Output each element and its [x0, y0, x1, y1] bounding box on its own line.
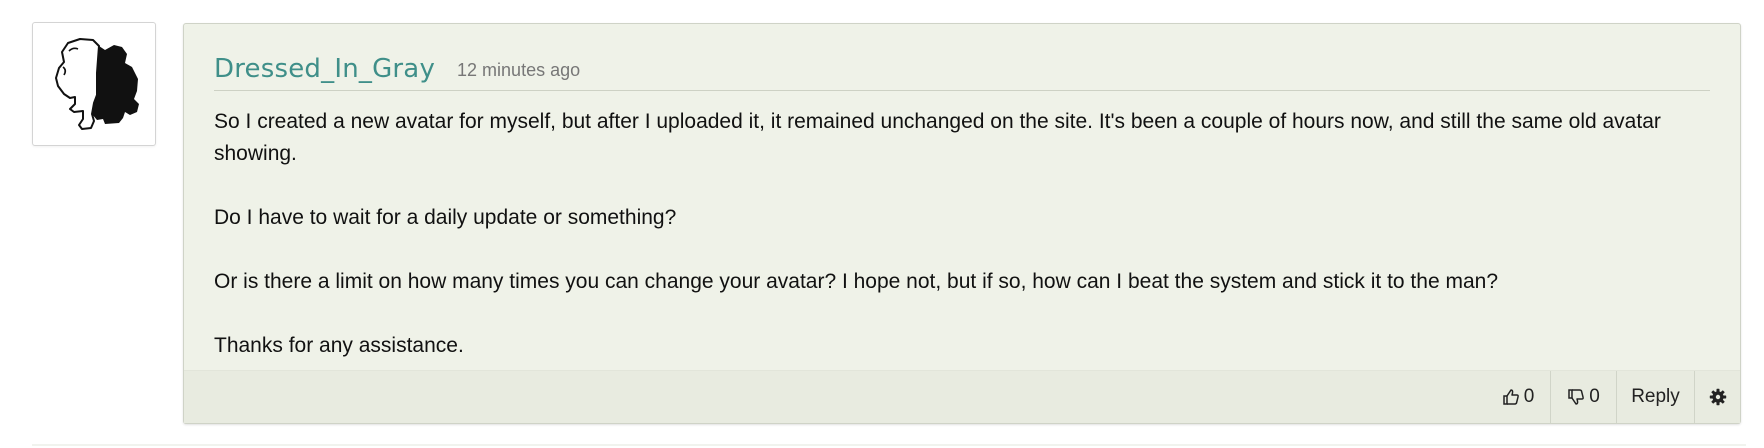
- comment-paragraph: Thanks for any assistance.: [214, 334, 464, 357]
- comment-header: Dressed_In_Gray 12 minutes ago: [214, 48, 1710, 91]
- downvote-count: 0: [1589, 386, 1600, 407]
- downvote-button[interactable]: 0: [1550, 371, 1616, 423]
- comment-paragraph: Or is there a limit on how many times yo…: [214, 270, 1498, 293]
- comment-paragraph: So I created a new avatar for myself, bu…: [214, 110, 1661, 165]
- gear-icon: [1709, 388, 1726, 406]
- comment-actions-bar: 0 0 Reply: [184, 370, 1740, 423]
- bulldog-avatar-icon: [55, 38, 139, 130]
- settings-button[interactable]: [1694, 371, 1740, 423]
- reply-button[interactable]: Reply: [1616, 371, 1694, 423]
- upvote-button[interactable]: 0: [1486, 371, 1550, 423]
- thumbs-up-icon: [1502, 389, 1519, 405]
- comment-body: So I created a new avatar for myself, bu…: [214, 106, 1710, 394]
- avatar[interactable]: [32, 22, 156, 146]
- comment-card: Dressed_In_Gray 12 minutes ago So I crea…: [183, 23, 1741, 424]
- divider: [32, 444, 1746, 446]
- thumbs-down-icon: [1568, 389, 1585, 405]
- comment-timestamp[interactable]: 12 minutes ago: [457, 60, 580, 81]
- comment-paragraph: Do I have to wait for a daily update or …: [214, 206, 677, 229]
- upvote-count: 0: [1523, 386, 1535, 407]
- comment-author[interactable]: Dressed_In_Gray: [214, 54, 435, 84]
